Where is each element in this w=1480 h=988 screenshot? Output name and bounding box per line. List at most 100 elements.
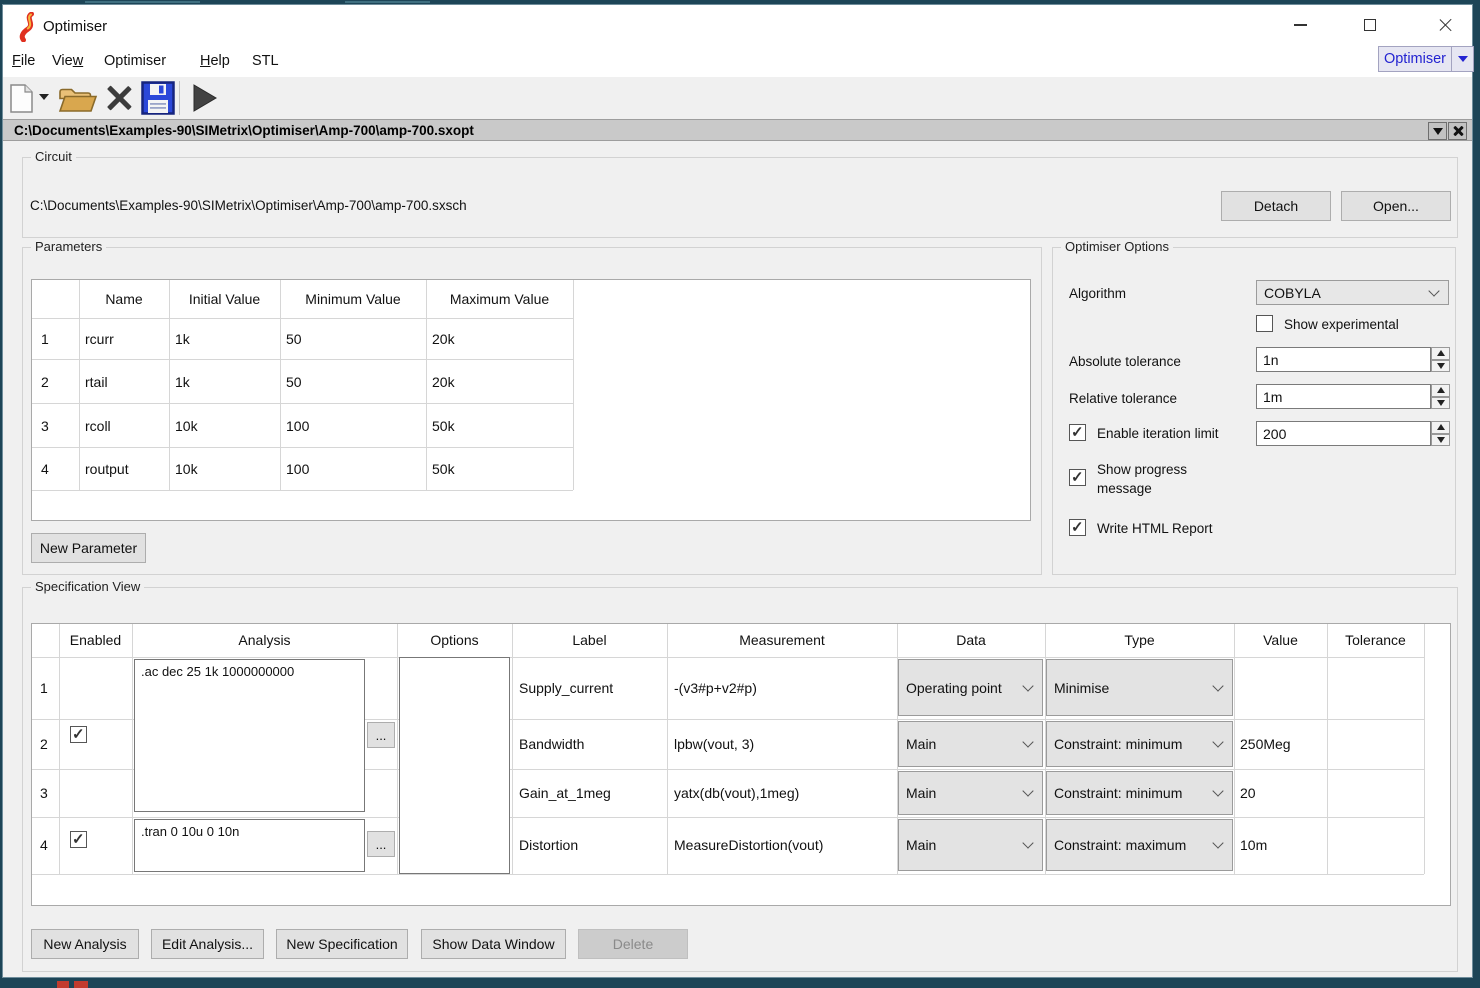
maximize-button[interactable] bbox=[1347, 5, 1393, 45]
absolute-tolerance-spinner[interactable] bbox=[1431, 347, 1450, 372]
spec-label-cell[interactable]: Supply_current bbox=[519, 680, 613, 696]
parameter-max-cell[interactable]: 50k bbox=[432, 461, 455, 477]
open-button[interactable]: Open... bbox=[1341, 191, 1451, 221]
menu-label-part: STL bbox=[252, 53, 279, 69]
menu-file[interactable]: File bbox=[12, 53, 35, 69]
run-play-icon[interactable] bbox=[191, 83, 219, 113]
parameter-initial-cell[interactable]: 10k bbox=[175, 418, 198, 434]
analysis1-ellipsis-button[interactable]: ... bbox=[367, 722, 395, 748]
parameter-min-cell[interactable]: 50 bbox=[286, 374, 302, 390]
parameter-min-cell[interactable]: 100 bbox=[286, 461, 309, 477]
new-specification-button[interactable]: New Specification bbox=[276, 929, 408, 959]
analysis1-text-box[interactable]: .ac dec 25 1k 1000000000 bbox=[134, 659, 365, 812]
relative-tolerance-input[interactable]: 1m bbox=[1256, 384, 1431, 409]
analysis1-enabled-checkbox[interactable] bbox=[70, 726, 87, 743]
open-folder-icon[interactable] bbox=[58, 85, 98, 113]
spec-label-cell[interactable]: Bandwidth bbox=[519, 736, 584, 752]
column-header-enabled: Enabled bbox=[59, 632, 132, 648]
save-floppy-icon[interactable] bbox=[141, 81, 175, 115]
spin-up-button[interactable] bbox=[1431, 384, 1450, 397]
parameter-max-cell[interactable]: 50k bbox=[432, 418, 455, 434]
spec-measurement-cell[interactable]: MeasureDistortion(vout) bbox=[674, 837, 823, 853]
spec-measurement-cell[interactable]: yatx(db(vout),1meg) bbox=[674, 785, 799, 801]
spec-data-select[interactable]: Operating point bbox=[898, 659, 1043, 716]
window-selector-dropdown-button[interactable] bbox=[1451, 47, 1473, 71]
spin-down-button[interactable] bbox=[1431, 434, 1450, 447]
edit-analysis-button[interactable]: Edit Analysis... bbox=[151, 929, 264, 959]
spec-type-select[interactable]: Constraint: maximum bbox=[1046, 819, 1233, 871]
column-header-name: Name bbox=[79, 291, 169, 307]
document-close-button[interactable] bbox=[1448, 122, 1467, 140]
window-selector-combo[interactable]: Optimiser bbox=[1378, 46, 1474, 72]
spin-up-button[interactable] bbox=[1431, 421, 1450, 434]
parameter-name-cell[interactable]: rtail bbox=[85, 374, 108, 390]
parameter-initial-cell[interactable]: 1k bbox=[175, 331, 190, 347]
parameter-min-cell[interactable]: 100 bbox=[286, 418, 309, 434]
menu-help[interactable]: Help bbox=[200, 53, 230, 69]
spec-type-select[interactable]: Minimise bbox=[1046, 659, 1233, 716]
parameter-name-cell[interactable]: rcurr bbox=[85, 331, 114, 347]
spec-measurement-cell[interactable]: lpbw(vout, 3) bbox=[674, 736, 754, 752]
grid-line bbox=[573, 280, 574, 490]
parameter-name-cell[interactable]: rcoll bbox=[85, 418, 111, 434]
spec-data-select[interactable]: Main bbox=[898, 721, 1043, 767]
menu-optimiser[interactable]: Optimiser bbox=[104, 53, 166, 69]
parameter-max-cell[interactable]: 20k bbox=[432, 331, 455, 347]
analysis2-enabled-checkbox[interactable] bbox=[70, 831, 87, 848]
show-experimental-checkbox[interactable] bbox=[1256, 315, 1273, 332]
grid-line bbox=[79, 280, 80, 490]
iteration-limit-input[interactable]: 200 bbox=[1256, 421, 1431, 446]
triangle-up-icon bbox=[1437, 424, 1445, 430]
spec-data-select[interactable]: Main bbox=[898, 771, 1043, 815]
parameter-initial-cell[interactable]: 10k bbox=[175, 461, 198, 477]
absolute-tolerance-input[interactable]: 1n bbox=[1256, 347, 1431, 372]
grid-line bbox=[397, 624, 398, 874]
show-progress-checkbox[interactable] bbox=[1069, 469, 1086, 486]
chevron-down-icon bbox=[1433, 128, 1443, 135]
spec-type-select[interactable]: Constraint: minimum bbox=[1046, 721, 1233, 767]
new-parameter-button[interactable]: New Parameter bbox=[31, 533, 146, 563]
delete-cross-icon[interactable] bbox=[103, 82, 135, 114]
options-box[interactable] bbox=[399, 657, 510, 874]
column-header-value: Value bbox=[1234, 632, 1327, 648]
analysis2-ellipsis-button[interactable]: ... bbox=[367, 831, 395, 857]
document-collapse-button[interactable] bbox=[1428, 122, 1447, 140]
optimiser-options-group-label: Optimiser Options bbox=[1061, 239, 1173, 254]
parameter-max-cell[interactable]: 20k bbox=[432, 374, 455, 390]
minimize-button[interactable] bbox=[1277, 5, 1323, 45]
spin-down-button[interactable] bbox=[1431, 397, 1450, 410]
analysis2-text-box[interactable]: .tran 0 10u 0 10n bbox=[134, 819, 365, 872]
parameter-min-cell[interactable]: 50 bbox=[286, 331, 302, 347]
new-analysis-button[interactable]: New Analysis bbox=[31, 929, 139, 959]
new-document-icon[interactable] bbox=[9, 83, 34, 114]
detach-button[interactable]: Detach bbox=[1221, 191, 1331, 221]
close-button[interactable] bbox=[1422, 5, 1468, 45]
spec-value-cell[interactable]: 250Meg bbox=[1240, 736, 1291, 752]
show-data-window-button[interactable]: Show Data Window bbox=[421, 929, 566, 959]
spec-label-cell[interactable]: Distortion bbox=[519, 837, 578, 853]
spec-value-cell[interactable]: 20 bbox=[1240, 785, 1256, 801]
spec-data-select[interactable]: Main bbox=[898, 819, 1043, 871]
spin-down-button[interactable] bbox=[1431, 360, 1450, 373]
iteration-limit-spinner[interactable] bbox=[1431, 421, 1450, 446]
menu-view[interactable]: View bbox=[52, 53, 83, 69]
spec-label-cell[interactable]: Gain_at_1meg bbox=[519, 785, 611, 801]
spec-value-cell[interactable]: 10m bbox=[1240, 837, 1267, 853]
enable-iteration-limit-checkbox[interactable] bbox=[1069, 424, 1086, 441]
relative-tolerance-spinner[interactable] bbox=[1431, 384, 1450, 409]
window-selector-label: Optimiser bbox=[1379, 47, 1451, 71]
optimiser-options-group: Optimiser Options Algorithm COBYLA Show … bbox=[1052, 247, 1456, 575]
menu-stl[interactable]: STL bbox=[252, 53, 279, 69]
write-html-report-checkbox[interactable] bbox=[1069, 519, 1086, 536]
chevron-down-icon bbox=[1212, 736, 1223, 747]
triangle-up-icon bbox=[1437, 350, 1445, 356]
chevron-down-icon bbox=[1458, 56, 1468, 62]
background-window-dash bbox=[85, 1, 200, 3]
algorithm-select[interactable]: COBYLA bbox=[1256, 280, 1449, 305]
parameter-name-cell[interactable]: routput bbox=[85, 461, 129, 477]
new-document-dropdown-icon[interactable] bbox=[39, 94, 49, 100]
spec-measurement-cell[interactable]: -(v3#p+v2#p) bbox=[674, 680, 757, 696]
spin-up-button[interactable] bbox=[1431, 347, 1450, 360]
spec-type-select[interactable]: Constraint: minimum bbox=[1046, 771, 1233, 815]
parameter-initial-cell[interactable]: 1k bbox=[175, 374, 190, 390]
